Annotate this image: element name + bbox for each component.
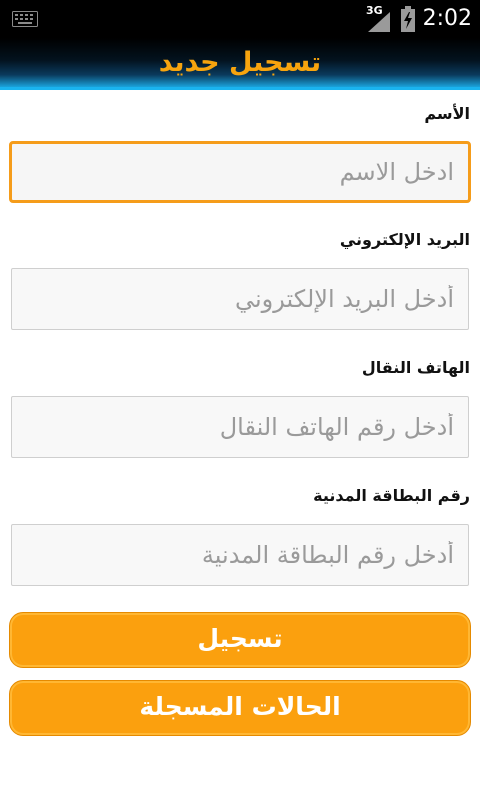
register-button[interactable]: تسجيل — [9, 612, 471, 668]
name-label: الأسم — [424, 104, 470, 123]
title-bar: تسجيل جديد — [0, 38, 480, 90]
signal-icon — [368, 12, 392, 36]
email-label: البريد الإلكتروني — [339, 230, 470, 249]
name-input[interactable] — [9, 141, 471, 203]
registered-cases-button-label: الحالات المسجلة — [139, 692, 341, 721]
civil-id-label: رقم البطاقة المدنية — [313, 486, 470, 505]
email-input[interactable] — [11, 268, 469, 330]
page-title: تسجيل جديد — [158, 47, 322, 78]
keyboard-icon — [12, 11, 38, 31]
status-bar: 3G 2:02 — [0, 0, 480, 38]
civil-id-input[interactable] — [11, 524, 469, 586]
status-clock: 2:02 — [422, 6, 472, 31]
register-button-label: تسجيل — [197, 624, 283, 653]
mobile-label: الهاتف النقال — [361, 358, 470, 377]
registered-cases-button[interactable]: الحالات المسجلة — [9, 680, 471, 736]
battery-charging-icon — [400, 6, 416, 36]
mobile-input[interactable] — [11, 396, 469, 458]
